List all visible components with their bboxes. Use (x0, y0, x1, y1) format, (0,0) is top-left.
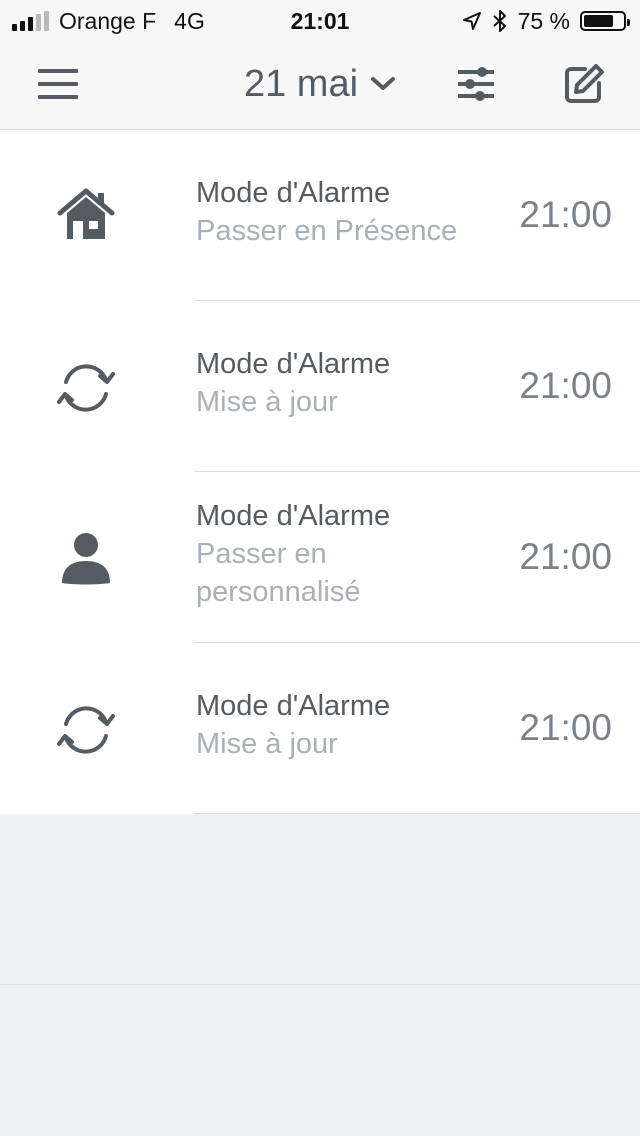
date-picker-button[interactable]: 21 mai (244, 63, 396, 106)
event-title: Mode d'Alarme (196, 177, 391, 209)
location-arrow-icon (462, 12, 481, 30)
event-time: 21:00 (519, 365, 612, 406)
event-subtitle: Passer en Présence (196, 215, 458, 247)
event-list: Mode d'Alarme Passer en Présence 21:00 M… (0, 130, 640, 814)
event-title: Mode d'Alarme (196, 348, 391, 380)
event-subtitle: Mise à jour (196, 386, 338, 418)
event-text: Mode d'Alarme Passer en personnalisé (196, 497, 496, 611)
event-time: 21:00 (519, 536, 612, 577)
event-time: 21:00 (519, 707, 612, 748)
list-item[interactable]: Mode d'Alarme Mise à jour 21:00 (0, 643, 640, 814)
bluetooth-icon (492, 10, 506, 32)
event-text: Mode d'Alarme Mise à jour (196, 687, 496, 763)
person-icon (54, 527, 118, 591)
empty-area-divider (0, 984, 640, 985)
event-title: Mode d'Alarme (196, 690, 391, 722)
filter-button[interactable] (452, 60, 500, 108)
list-item[interactable]: Mode d'Alarme Passer en personnalisé 21:… (0, 472, 640, 643)
list-item[interactable]: Mode d'Alarme Mise à jour 21:00 (0, 301, 640, 472)
navigation-bar: 21 mai (0, 42, 640, 130)
refresh-icon (54, 698, 118, 762)
event-time: 21:00 (519, 194, 612, 235)
status-bar: Orange F 4G 21:01 75 % (0, 0, 640, 42)
event-title: Mode d'Alarme (196, 500, 391, 532)
row-divider (194, 813, 640, 814)
event-text: Mode d'Alarme Mise à jour (196, 345, 496, 421)
date-selector: 21 mai (0, 60, 640, 108)
battery-percent: 75 % (517, 7, 570, 34)
event-subtitle: Mise à jour (196, 728, 338, 760)
list-item[interactable]: Mode d'Alarme Passer en Présence 21:00 (0, 130, 640, 301)
sliders-icon (458, 67, 494, 101)
chevron-down-icon (371, 77, 396, 90)
status-right: 75 % (462, 7, 630, 34)
page-title: 21 mai (243, 62, 359, 105)
edit-button[interactable] (560, 60, 608, 108)
battery-icon (580, 11, 630, 31)
edit-square-icon (565, 64, 604, 103)
refresh-icon (54, 356, 118, 420)
house-icon (54, 183, 118, 247)
event-subtitle: Passer en (196, 538, 327, 570)
event-subtitle-line2: personnalisé (196, 576, 361, 608)
event-text: Mode d'Alarme Passer en Présence (196, 174, 496, 250)
